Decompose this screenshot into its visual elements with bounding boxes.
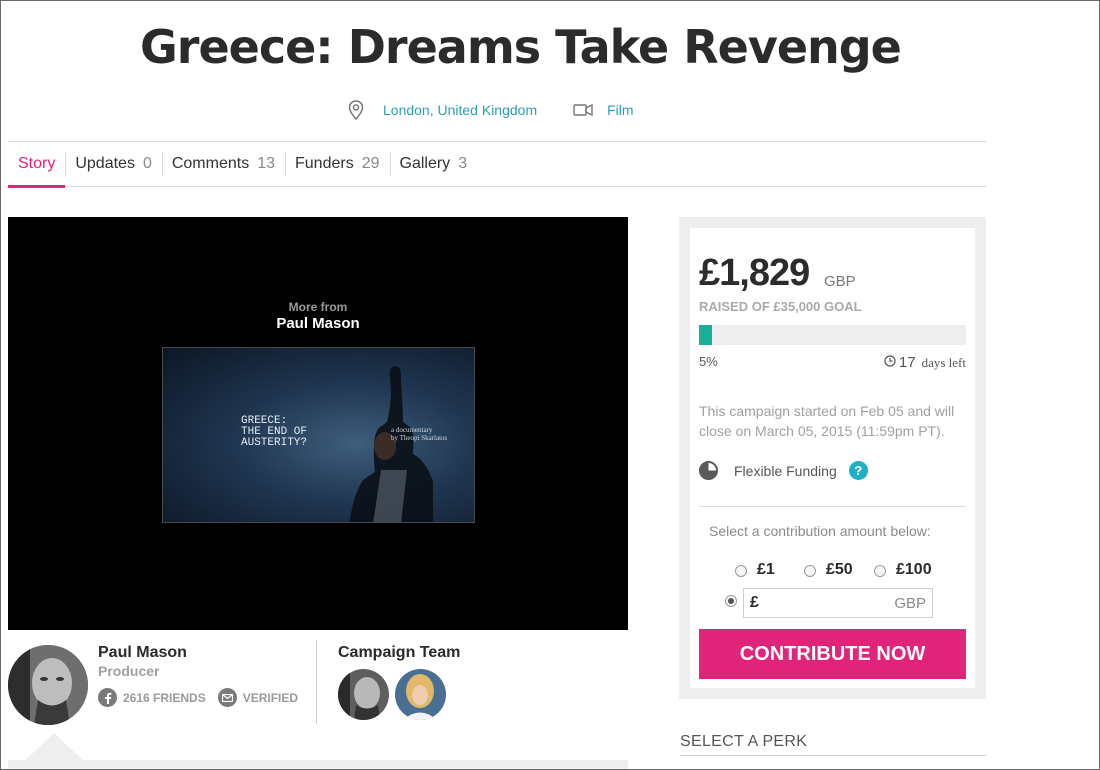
channel-name[interactable]: Paul Mason bbox=[8, 315, 628, 332]
funding-card: £1,829 GBP RAISED OF £35,000 GOAL 5% 17 … bbox=[690, 228, 975, 688]
contribution-prompt: Select a contribution amount below: bbox=[709, 523, 931, 539]
funding-type: Flexible Funding ? bbox=[699, 461, 868, 480]
funding-panel: £1,829 GBP RAISED OF £35,000 GOAL 5% 17 … bbox=[679, 217, 986, 699]
producer-role: Producer bbox=[98, 663, 160, 679]
amount-option-label: £1 bbox=[757, 561, 775, 578]
verified-label: VERIFIED bbox=[242, 690, 299, 705]
category-link[interactable]: Film bbox=[607, 102, 633, 118]
thumbnail-subtitle: a documentary by Theopi Skarlatos bbox=[391, 426, 448, 442]
contribute-button[interactable]: CONTRIBUTE NOW bbox=[699, 629, 966, 679]
facebook-icon bbox=[98, 688, 117, 707]
progress-percent: 5% bbox=[699, 354, 718, 369]
question-icon[interactable]: ? bbox=[848, 461, 868, 480]
tab-updates[interactable]: Updates 0 bbox=[65, 142, 162, 186]
campaign-tabs: Story Updates 0 Comments 13 Funders 29 Gall… bbox=[8, 142, 986, 188]
producer-name[interactable]: Paul Mason bbox=[98, 644, 187, 662]
currency-symbol: £ bbox=[750, 594, 759, 611]
video-player[interactable]: More from Paul Mason GREECE: THE END OF … bbox=[8, 217, 628, 630]
producer-badges: 2616 FRIENDS VERIFIED bbox=[98, 688, 298, 707]
team-member-avatar[interactable] bbox=[395, 669, 446, 720]
thumbnail-title: GREECE: THE END OF AUSTERITY? bbox=[241, 415, 308, 449]
tab-story[interactable]: Story bbox=[8, 142, 66, 188]
more-from-label: More from bbox=[288, 300, 348, 314]
amount-option-label: £50 bbox=[826, 561, 853, 578]
campaign-dates: This campaign started on Feb 05 and will… bbox=[699, 403, 955, 439]
video-camera-icon bbox=[573, 100, 593, 120]
radio-custom-amount[interactable] bbox=[725, 595, 737, 607]
campaign-meta: London, United Kingdom Film bbox=[346, 100, 634, 120]
tab-comments[interactable]: Comments 13 bbox=[161, 142, 285, 186]
tab-funders[interactable]: Funders 29 bbox=[285, 142, 390, 186]
time-left: 17 days left bbox=[884, 354, 966, 371]
team-member-avatar[interactable] bbox=[338, 669, 389, 720]
location-link[interactable]: London, United Kingdom bbox=[383, 102, 537, 118]
days-left-label: days left bbox=[921, 354, 966, 370]
tab-gallery[interactable]: Gallery 3 bbox=[389, 142, 478, 186]
mail-icon bbox=[217, 688, 237, 707]
person-silhouette bbox=[349, 366, 433, 522]
amount-option-label: £100 bbox=[896, 561, 932, 578]
funding-type-label: Flexible Funding bbox=[734, 462, 837, 479]
tab-count: 0 bbox=[142, 155, 152, 172]
producer-avatar[interactable] bbox=[8, 645, 88, 725]
perk-heading: SELECT A PERK bbox=[680, 733, 808, 750]
tab-count: 3 bbox=[458, 155, 468, 172]
custom-amount-input[interactable]: £ GBP bbox=[743, 588, 933, 618]
perk-divider bbox=[680, 755, 986, 756]
campaign-title: Greece: Dreams Take Revenge bbox=[140, 20, 902, 74]
radio-amount-100[interactable] bbox=[874, 565, 886, 577]
clock-icon bbox=[884, 355, 896, 370]
related-video-thumbnail[interactable]: GREECE: THE END OF AUSTERITY? a document… bbox=[162, 347, 475, 523]
radio-amount-1[interactable] bbox=[735, 565, 747, 577]
section-divider bbox=[316, 640, 317, 724]
radio-amount-50[interactable] bbox=[804, 565, 816, 577]
currency-code: GBP bbox=[894, 594, 926, 612]
content-strip bbox=[8, 760, 628, 770]
tab-count: 29 bbox=[361, 155, 380, 172]
days-number: 17 bbox=[898, 354, 916, 371]
progress-fill bbox=[699, 325, 713, 345]
raised-amount: £1,829 bbox=[699, 252, 810, 294]
producer-section: Paul Mason Producer 2616 FRIENDS VERIFIE… bbox=[8, 640, 628, 770]
campaign-team-title: Campaign Team bbox=[338, 644, 461, 661]
pie-chart-icon bbox=[699, 461, 718, 480]
friends-count: 2616 FRIENDS bbox=[123, 690, 206, 705]
goal-text: RAISED OF £35,000 GOAL bbox=[699, 299, 862, 314]
progress-bar bbox=[699, 325, 966, 345]
tab-count: 13 bbox=[257, 155, 275, 172]
map-pin-icon bbox=[346, 100, 366, 120]
raised-currency: GBP bbox=[824, 273, 856, 290]
divider bbox=[699, 506, 966, 507]
